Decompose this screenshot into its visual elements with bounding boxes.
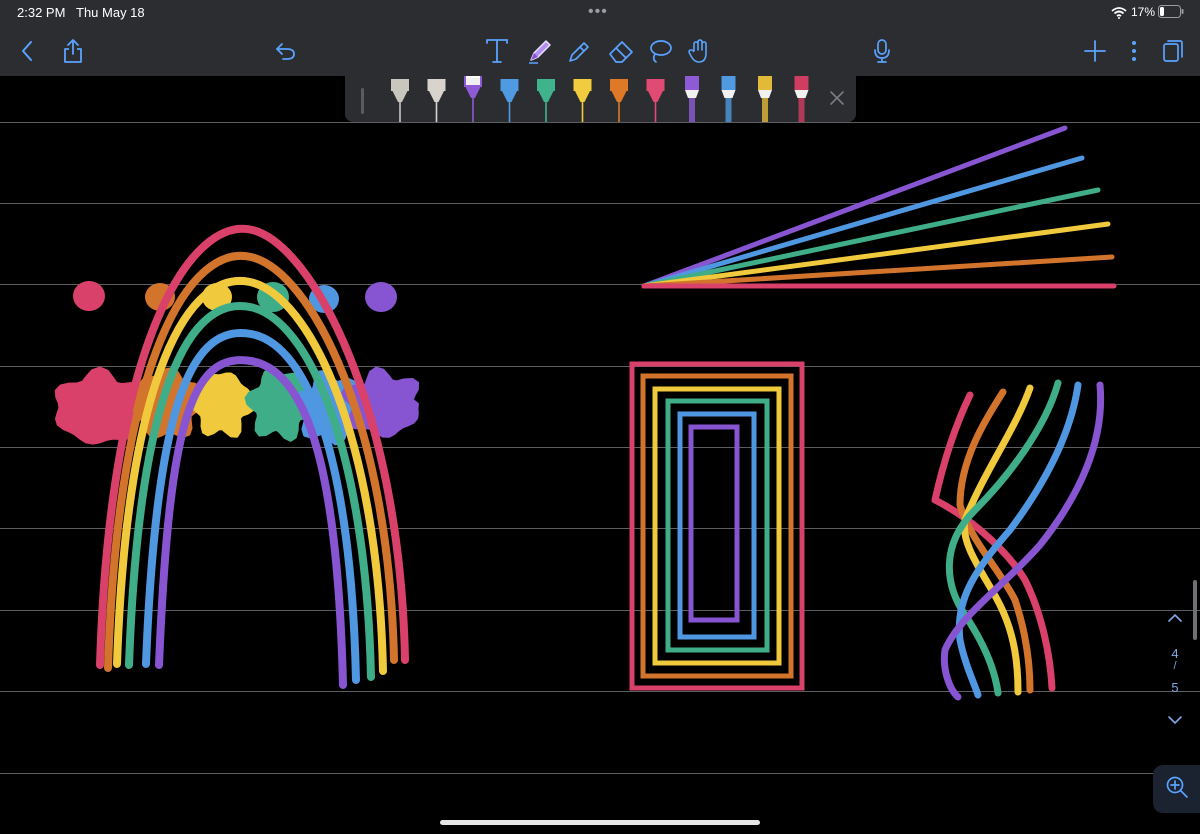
chevron-up-icon[interactable] [1167,610,1183,628]
highlighter-yellow[interactable] [758,76,772,122]
pen-blue[interactable] [500,79,519,122]
pen-orange[interactable] [610,79,628,122]
highlighter-blue[interactable] [721,76,736,122]
pen-silver[interactable] [427,79,446,122]
page-navigator: 4 / 5 [1155,600,1195,740]
zoom-in-icon [1165,775,1189,804]
chevron-down-icon[interactable] [1167,712,1183,730]
pen-yellow[interactable] [573,79,592,122]
color-dot [365,282,397,312]
highlighter-purple[interactable] [685,76,699,122]
highlighter-pink[interactable] [794,76,809,122]
fan-line [641,221,1111,289]
current-page-number: 4 [1171,646,1179,661]
zoom-button[interactable] [1153,765,1200,813]
drawing-layer [54,125,1117,701]
pen-purple[interactable] [464,76,482,122]
close-icon[interactable] [829,90,845,111]
pen-pink[interactable] [646,79,665,122]
fan-line [641,155,1085,289]
color-dot [73,281,105,311]
pen-tray [345,76,856,122]
total-page-number: 5 [1171,680,1179,695]
pen-gray[interactable] [391,79,409,122]
home-indicator[interactable] [440,820,760,825]
pen-tray-pens [391,76,809,122]
page-separator: / [1173,660,1177,672]
pen-green[interactable] [537,79,555,122]
nested-rectangle [688,424,740,623]
